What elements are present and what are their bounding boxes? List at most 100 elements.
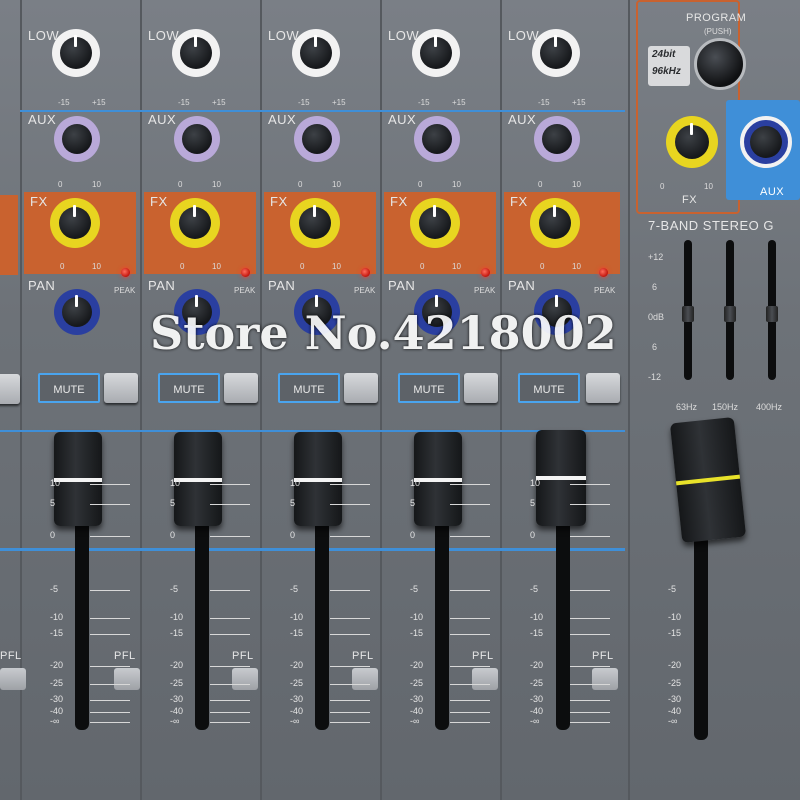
fader-scale-label: -30 [410,694,424,704]
fader-scale-label: -25 [170,678,184,688]
fader-scale-label: 10 [530,478,541,488]
fader-scale-tick [330,700,370,701]
fader-scale-tick [330,618,370,619]
range-max-label: 10 [572,180,581,189]
low-eq-knob[interactable] [292,29,340,77]
fader-scale-label: -∞ [410,716,420,726]
fader-scale-tick [570,484,610,485]
fader-scale-tick [450,504,490,505]
eq-slider-400hz[interactable] [766,306,778,322]
fader-scale-tick [570,536,610,537]
fader-scale-label: -5 [50,584,59,594]
aux-knob[interactable] [294,116,340,162]
fader-scale-label: -20 [290,660,304,670]
fx-master-knob[interactable] [666,116,718,168]
range-max-label: +15 [92,98,106,107]
low-eq-knob[interactable] [52,29,100,77]
fader-scale-label: -25 [290,678,304,688]
range-max-label: 10 [92,180,101,189]
low-eq-knob[interactable] [172,29,220,77]
range-min-label: -15 [298,98,310,107]
fader-scale-label: -5 [410,584,419,594]
fader-scale-label: -40 [50,706,64,716]
range-max-label: 10 [212,262,221,271]
mute-button[interactable]: MUTE [398,373,460,403]
solo-button[interactable] [224,373,258,403]
fader-scale-tick [570,590,610,591]
pfl-button[interactable] [352,668,378,690]
fader-scale-tick [90,590,130,591]
aux-master-knob[interactable] [740,116,792,168]
pfl-label: PFL [232,650,254,662]
solo-button[interactable] [344,373,378,403]
pfl-button[interactable] [0,668,26,690]
fader-scale-tick [90,666,130,667]
program-sub-label: (PUSH) [704,27,732,36]
fader-scale-tick [210,484,250,485]
range-max-label: 10 [452,180,461,189]
fx-knob[interactable] [50,198,100,248]
fx-panel [0,195,18,275]
program-knob[interactable] [694,38,746,90]
mute-button[interactable] [0,374,20,404]
aux-knob[interactable] [54,116,100,162]
peak-led [121,268,130,277]
fx-knob[interactable] [290,198,340,248]
range-max-label: 10 [332,180,341,189]
fader-scale-tick [210,536,250,537]
low-eq-knob[interactable] [532,29,580,77]
channel-fader[interactable] [536,430,586,526]
pan-label: PAN [268,278,296,293]
pfl-button[interactable] [114,668,140,690]
pan-knob[interactable] [54,289,100,335]
solo-button[interactable] [586,373,620,403]
fader-scale-tick [330,666,370,667]
strip-divider [260,0,262,800]
fader-scale-tick [90,722,130,723]
fx-knob[interactable] [410,198,460,248]
fx-knob[interactable] [530,198,580,248]
aux-knob[interactable] [174,116,220,162]
spec-badge: 24bit 96kHz [648,46,690,86]
eq-slider-150hz[interactable] [724,306,736,322]
range-min-label: 0 [180,262,185,271]
peak-label: PEAK [594,286,616,295]
fader-scale-tick [450,722,490,723]
channel-fader[interactable] [294,432,342,526]
master-scale-label: -25 [668,678,682,688]
mute-button[interactable]: MUTE [38,373,100,403]
aux-label: AUX [148,112,177,127]
mute-button[interactable]: MUTE [158,373,220,403]
master-fader[interactable] [669,416,747,544]
pfl-button[interactable] [232,668,258,690]
solo-button[interactable] [104,373,138,403]
aux-knob[interactable] [534,116,580,162]
pfl-button[interactable] [472,668,498,690]
range-min-label: -15 [58,98,70,107]
eq-slider-63hz[interactable] [682,306,694,322]
mute-button[interactable]: MUTE [278,373,340,403]
fx-knob[interactable] [170,198,220,248]
mute-button[interactable]: MUTE [518,373,580,403]
fader-scale-label: -15 [410,628,424,638]
channel-fader[interactable] [414,432,462,526]
channel-fader[interactable] [174,432,222,526]
aux-label: AUX [508,112,537,127]
fader-scale-label: 10 [170,478,181,488]
solo-button[interactable] [464,373,498,403]
eq-title: 7-BAND STEREO G [648,218,774,233]
fader-scale-tick [570,504,610,505]
channel-fader[interactable] [54,432,102,526]
fader-scale-label: -15 [50,628,64,638]
aux-knob[interactable] [414,116,460,162]
fader-scale-label: 5 [50,498,56,508]
pfl-button[interactable] [592,668,618,690]
fader-scale-label: -∞ [170,716,180,726]
fader-scale-label: -20 [530,660,544,670]
fader-scale-tick [90,712,130,713]
low-eq-knob[interactable] [412,29,460,77]
eq-band-label: 400Hz [756,402,783,412]
master-scale-label: -20 [668,660,682,670]
fader-scale-label: 0 [410,530,416,540]
range-min-label: 0 [300,262,305,271]
